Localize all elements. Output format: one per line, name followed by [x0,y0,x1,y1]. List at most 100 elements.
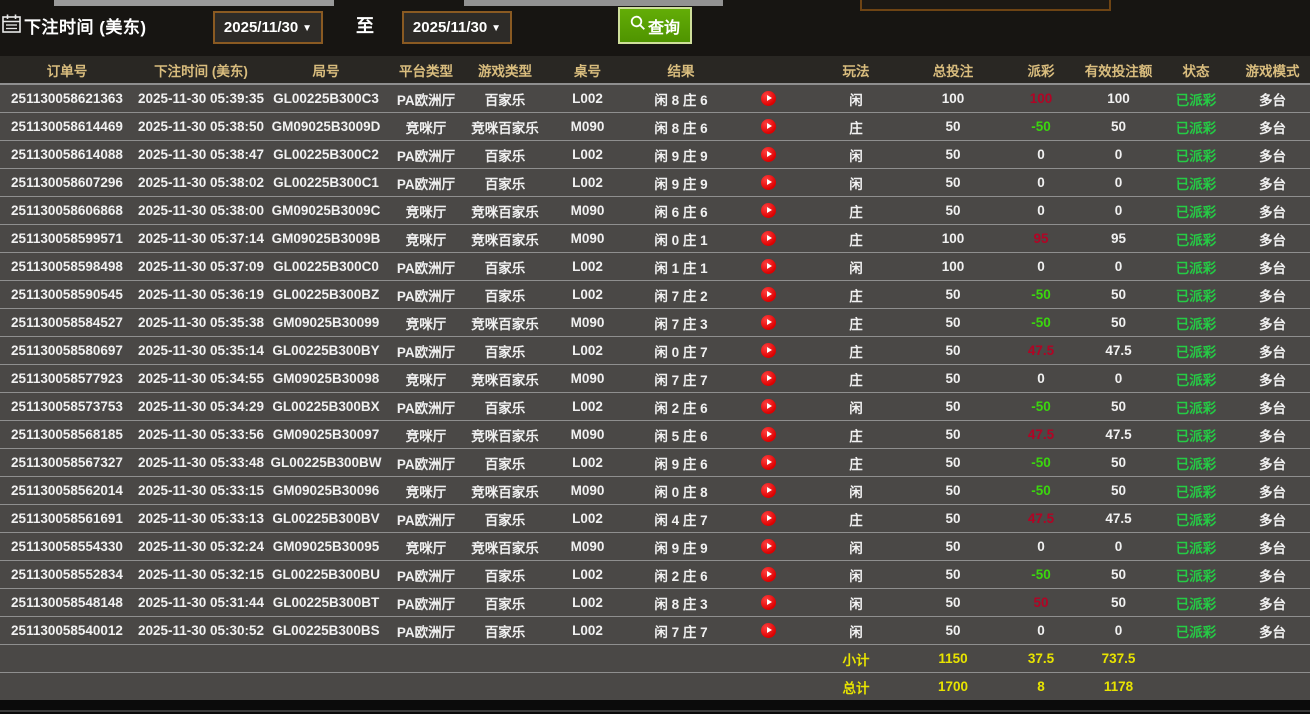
game-type-cell: 百家乐 [468,504,542,533]
game-type-cell: 百家乐 [468,448,542,477]
table-no-cell: M090 [542,532,633,561]
valid-bet-cell: 0 [1080,616,1157,645]
round-cell: GM09025B30097 [268,420,384,449]
play-icon[interactable] [761,623,776,639]
mode-cell: 多台 [1235,616,1310,645]
round-cell: GM09025B30095 [268,532,384,561]
bets-table: 订单号 下注时间 (美东) 局号 平台类型 游戏类型 桌号 结果 玩法 总投注 … [0,56,1310,701]
order-cell: 251130058621363 [0,84,134,113]
time-cell: 2025-11-30 05:35:38 [134,308,268,337]
play-icon[interactable] [761,371,776,387]
play-icon[interactable] [761,147,776,163]
play-icon[interactable] [761,91,776,107]
status-cell: 已派彩 [1157,168,1235,197]
payout-cell: -50 [1002,308,1080,337]
table-no-cell: L002 [542,588,633,617]
play-icon[interactable] [761,287,776,303]
bet-cell: 50 [904,392,1002,421]
col-play: 玩法 [808,56,904,85]
replay-cell [729,168,808,197]
play-cell: 闲 [808,140,904,169]
play-icon[interactable] [761,203,776,219]
play-cell: 闲 [808,532,904,561]
valid-bet-cell: 0 [1080,168,1157,197]
play-icon[interactable] [761,455,776,471]
round-cell: GL00225B300C0 [268,252,384,281]
valid-bet-cell: 0 [1080,532,1157,561]
platform-cell: 竞咪厅 [384,196,468,225]
status-cell: 已派彩 [1157,336,1235,365]
bet-cell: 50 [904,112,1002,141]
round-cell: GM09025B30099 [268,308,384,337]
table-no-cell: M090 [542,308,633,337]
table-row: 251130058540012 2025-11-30 05:30:52 GL0022… [0,616,1310,645]
play-icon[interactable] [761,539,776,555]
subtotal-valid: 737.5 [1080,644,1157,673]
result-cell: 闲 7 庄 2 [633,280,729,309]
play-icon[interactable] [761,343,776,359]
time-cell: 2025-11-30 05:37:14 [134,224,268,253]
valid-bet-cell: 50 [1080,588,1157,617]
table-row: 251130058580697 2025-11-30 05:35:14 GL0022… [0,336,1310,365]
play-icon[interactable] [761,399,776,415]
table-row: 251130058598498 2025-11-30 05:37:09 GL0022… [0,252,1310,281]
col-bet: 总投注 [904,56,1002,85]
play-icon[interactable] [761,119,776,135]
play-icon[interactable] [761,175,776,191]
payout-cell: 0 [1002,616,1080,645]
table-row: 251130058599571 2025-11-30 05:37:14 GM0902… [0,224,1310,253]
table-no-cell: M090 [542,112,633,141]
play-icon[interactable] [761,427,776,443]
platform-cell: 竞咪厅 [384,364,468,393]
play-icon[interactable] [761,259,776,275]
table-no-cell: L002 [542,140,633,169]
table-no-cell: M090 [542,364,633,393]
platform-cell: PA欧洲厅 [384,504,468,533]
search-button[interactable]: 查询 [618,7,692,44]
time-cell: 2025-11-30 05:33:56 [134,420,268,449]
bet-cell: 50 [904,532,1002,561]
replay-cell [729,476,808,505]
round-cell: GL00225B300C1 [268,168,384,197]
result-cell: 闲 2 庄 6 [633,392,729,421]
col-platform: 平台类型 [384,56,468,85]
play-icon[interactable] [761,231,776,247]
table-row: 251130058621363 2025-11-30 05:39:35 GL0022… [0,84,1310,113]
time-cell: 2025-11-30 05:34:29 [134,392,268,421]
mode-cell: 多台 [1235,168,1310,197]
order-cell: 251130058567327 [0,448,134,477]
play-cell: 庄 [808,280,904,309]
play-icon[interactable] [761,511,776,527]
play-cell: 闲 [808,476,904,505]
replay-cell [729,112,808,141]
date-from-select[interactable]: 2025/11/30 ▼ [213,11,323,44]
order-cell: 251130058590545 [0,280,134,309]
replay-cell [729,616,808,645]
bottom-divider [0,710,1310,712]
play-icon[interactable] [761,483,776,499]
bet-cell: 50 [904,588,1002,617]
replay-cell [729,448,808,477]
order-cell: 251130058614469 [0,112,134,141]
round-cell: GL00225B300BT [268,588,384,617]
result-cell: 闲 7 庄 3 [633,308,729,337]
table-no-cell: L002 [542,252,633,281]
platform-cell: PA欧洲厅 [384,392,468,421]
play-icon[interactable] [761,567,776,583]
table-row: 251130058561691 2025-11-30 05:33:13 GL0022… [0,504,1310,533]
result-cell: 闲 1 庄 1 [633,252,729,281]
time-cell: 2025-11-30 05:38:50 [134,112,268,141]
table-no-cell: L002 [542,392,633,421]
replay-cell [729,140,808,169]
valid-bet-cell: 95 [1080,224,1157,253]
table-no-cell: L002 [542,560,633,589]
table-row: 251130058577923 2025-11-30 05:34:55 GM0902… [0,364,1310,393]
play-icon[interactable] [761,315,776,331]
order-cell: 251130058568185 [0,420,134,449]
status-cell: 已派彩 [1157,196,1235,225]
date-to-select[interactable]: 2025/11/30 ▼ [402,11,512,44]
play-cell: 庄 [808,420,904,449]
filter-bar: 下注时间 (美东) 2025/11/30 ▼ 至 2025/11/30 ▼ 查询 [0,0,1310,56]
play-icon[interactable] [761,595,776,611]
table-no-cell: L002 [542,168,633,197]
